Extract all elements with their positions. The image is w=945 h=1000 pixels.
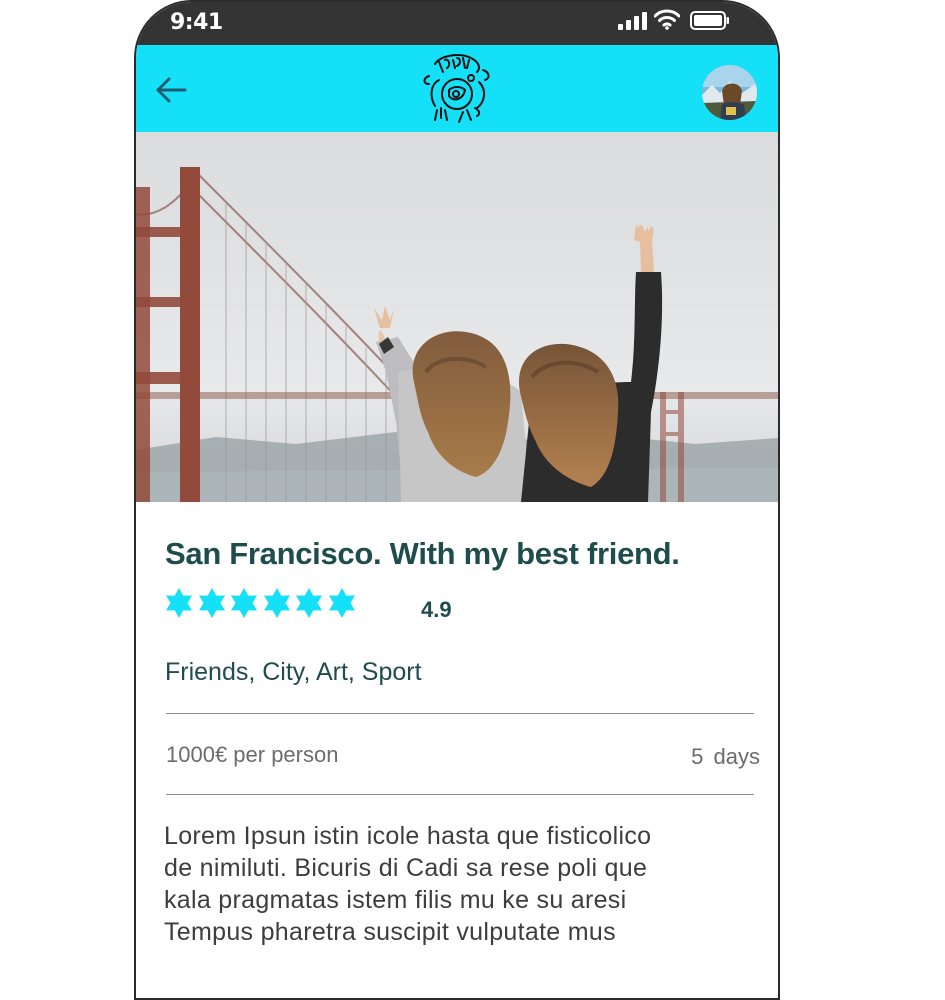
description-line: de nimiluti. Bicuris di Cadi sa rese pol…: [164, 854, 648, 882]
wifi-icon: [654, 9, 680, 30]
hero-image: [136, 132, 778, 502]
star-icon: [328, 588, 355, 618]
avatar-image: [702, 65, 757, 120]
battery-icon: [690, 11, 729, 30]
trip-price: 1000€ per person: [166, 742, 339, 767]
description-line: Lorem Ipsun istin icole hasta que fistic…: [164, 822, 652, 850]
phone-frame: 9:41 San Francisco. With my best friend.…: [134, 0, 780, 1000]
star-icon: [166, 588, 192, 618]
trip-tags: Friends, City, Art, Sport: [165, 658, 422, 686]
star-icon: [263, 588, 290, 618]
description-line: kala pragmatas istem filis mu ke su ares…: [164, 886, 627, 914]
trip-title: San Francisco. With my best friend.: [165, 536, 680, 571]
status-bar: 9:41: [136, 2, 778, 45]
star-icon: [231, 588, 257, 618]
user-avatar[interactable]: [702, 65, 757, 120]
status-time: 9:41: [170, 10, 223, 35]
divider: [166, 713, 754, 714]
description-line: Tempus pharetra suscipit vulputate mus: [164, 918, 616, 946]
logo-icon[interactable]: [419, 50, 495, 126]
arrow-left-icon[interactable]: [154, 75, 188, 105]
rating-value: 4.9: [421, 597, 452, 622]
divider: [166, 794, 754, 795]
star-icon: [198, 588, 225, 618]
star-icon: [296, 588, 322, 618]
app-bar: [136, 45, 778, 132]
trip-duration: 5 days: [691, 744, 760, 769]
signal-icon: [618, 12, 647, 30]
trip-description: Lorem Ipsun istin icole hasta que fistic…: [164, 820, 764, 948]
rating-stars: [164, 588, 359, 622]
